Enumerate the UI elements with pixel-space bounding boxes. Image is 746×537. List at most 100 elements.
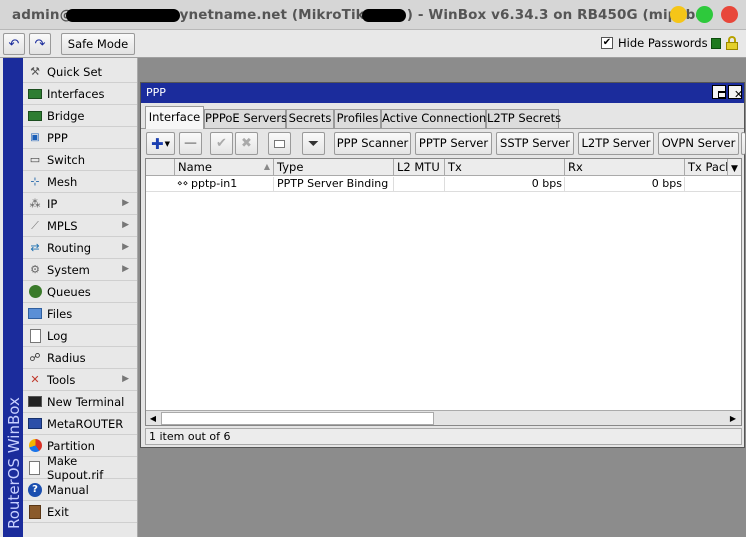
scroll-left-icon[interactable]: ◀ (146, 412, 160, 425)
hide-passwords-checkbox[interactable]: ✔ Hide Passwords (601, 36, 708, 50)
sidebar-item-label: Bridge (47, 108, 85, 123)
sidebar-item-radius[interactable]: ☍ Radius (23, 347, 137, 369)
checkbox-box[interactable]: ✔ (601, 37, 613, 49)
sidebar-item-routing[interactable]: ⇄ Routing ▶ (23, 237, 137, 259)
sidebar-item-label: Queues (47, 284, 91, 299)
maximize-window-button[interactable] (712, 85, 726, 99)
tab-interface[interactable]: Interface (145, 106, 204, 129)
sidebar-item-label: Partition (47, 438, 95, 453)
switch-icon: ▭ (29, 152, 41, 166)
tools-icon: ✕ (30, 372, 40, 386)
minimize-button[interactable] (670, 6, 687, 23)
sidebar-item-label: Tools (47, 372, 76, 387)
column-rx[interactable]: Rx (564, 159, 684, 176)
cross-icon: ✖ (241, 136, 252, 151)
tab-l2tp-secrets[interactable]: L2TP Secrets (486, 109, 561, 128)
sidebar-item-label: IP (47, 196, 58, 211)
column-tx-pack[interactable]: Tx Pack (684, 159, 727, 176)
sidebar-item-mesh[interactable]: ⊹ Mesh (23, 171, 137, 193)
quick-set-icon: ⚒ (30, 64, 40, 78)
metarouter-icon (27, 416, 43, 432)
column-flag[interactable] (146, 159, 174, 176)
comment-button[interactable] (268, 132, 291, 155)
sidebar-item-label: PPP (47, 130, 68, 145)
column-type[interactable]: Type (273, 159, 393, 176)
tab-active-connections[interactable]: Active Connections (381, 109, 492, 128)
sidebar-menu: ⚒ Quick Set Interfaces Bridge ▣ PPP ▭ Sw… (23, 58, 138, 537)
sidebar-item-new-terminal[interactable]: New Terminal (23, 391, 137, 413)
ppp-window-title: PPP (146, 86, 166, 99)
tab-secrets[interactable]: Secrets (286, 109, 334, 128)
mesh-icon: ⊹ (30, 174, 40, 188)
sidebar-item-bridge[interactable]: Bridge (23, 105, 137, 127)
sidebar-item-files[interactable]: Files (23, 303, 137, 325)
l2tp-server-button[interactable]: L2TP Server (578, 132, 654, 155)
window-titlebar[interactable]: admin@ .mynetname.net (MikroTik) - WinBox… (0, 0, 746, 30)
scroll-thumb[interactable] (161, 412, 434, 425)
sidebar-item-interfaces[interactable]: Interfaces (23, 83, 137, 105)
sidebar-item-mpls[interactable]: ⟋ MPLS ▶ (23, 215, 137, 237)
disable-button[interactable]: ✖ (235, 132, 258, 155)
undo-button[interactable]: ↶ (3, 33, 25, 55)
sstp-server-button[interactable]: SSTP Server (496, 132, 574, 155)
sidebar-item-label: System (47, 262, 90, 277)
sidebar-item-label: New Terminal (47, 394, 125, 409)
sidebar-item-tools[interactable]: ✕ Tools ▶ (23, 369, 137, 391)
comment-icon (274, 139, 285, 148)
sidebar-item-label: Exit (47, 504, 69, 519)
minus-icon: — (184, 136, 197, 151)
close-button[interactable] (721, 6, 738, 23)
maximize-button[interactable] (696, 6, 713, 23)
sidebar-item-label: MPLS (47, 218, 78, 233)
sidebar-item-ppp[interactable]: ▣ PPP (23, 127, 137, 149)
safe-mode-button[interactable]: Safe Mode (61, 33, 135, 55)
column-menu-button[interactable]: ▼ (727, 159, 741, 176)
filter-icon: ⏷ (307, 135, 320, 152)
sidebar-item-metarouter[interactable]: MetaROUTER (23, 413, 137, 435)
enable-button[interactable]: ✔ (210, 132, 233, 155)
remove-button[interactable]: — (179, 132, 202, 155)
status-indicator-icon (711, 38, 721, 49)
sidebar-item-quick-set[interactable]: ⚒ Quick Set (23, 61, 137, 83)
brand-text: RouterOS WinBox (5, 397, 23, 529)
sidebar-item-label: Log (47, 328, 68, 343)
filter-button[interactable]: ⏷ (302, 132, 325, 155)
manual-icon: ? (27, 482, 43, 498)
sort-icon: ▲ (263, 162, 270, 171)
column-name[interactable]: Name ▲ (174, 159, 273, 176)
undo-icon: ↶ (8, 36, 20, 52)
tab-pppoe-servers[interactable]: PPPoE Servers (204, 109, 287, 128)
redo-button[interactable]: ↷ (29, 33, 51, 55)
ovpn-server-button[interactable]: OVPN Server (658, 132, 739, 155)
column-tx[interactable]: Tx (444, 159, 564, 176)
submenu-arrow-icon: ▶ (122, 374, 129, 384)
sidebar-item-switch[interactable]: ▭ Switch (23, 149, 137, 171)
main-toolbar: ↶ ↷ Safe Mode ✔ Hide Passwords (0, 30, 746, 58)
sidebar-item-queues[interactable]: Queues (23, 281, 137, 303)
exit-icon (27, 504, 43, 520)
hide-passwords-label: Hide Passwords (618, 36, 708, 50)
cell-tx: 0 bps (444, 177, 564, 191)
cell-rx: 0 bps (564, 177, 684, 191)
ppp-window-titlebar[interactable]: PPP ✕ (141, 83, 744, 103)
ppp-scanner-button[interactable]: PPP Scanner (334, 132, 411, 155)
more-buttons[interactable] (741, 132, 745, 155)
tab-profiles[interactable]: Profiles (334, 109, 381, 128)
scroll-right-icon[interactable]: ▶ (726, 412, 740, 425)
cell-l2-mtu (393, 177, 444, 191)
column-l2-mtu[interactable]: L2 MTU (393, 159, 444, 176)
sidebar-item-label: Radius (47, 350, 86, 365)
sidebar-item-exit[interactable]: Exit (23, 501, 137, 523)
sidebar-item-manual[interactable]: ? Manual (23, 479, 137, 501)
sidebar-item-make-supout[interactable]: Make Supout.rif (23, 453, 137, 482)
sidebar-item-log[interactable]: Log (23, 325, 137, 347)
sidebar-item-ip[interactable]: ⁂ IP ▶ (23, 193, 137, 215)
table-header: Name▲ Type L2 MTU Tx Rx Tx Pack ▼ (146, 159, 741, 176)
horizontal-scrollbar[interactable]: ◀ ▶ (146, 410, 741, 425)
sidebar-item-label: Make Supout.rif (46, 453, 104, 482)
status-bar: 1 item out of 6 (145, 428, 742, 445)
close-window-button[interactable]: ✕ (728, 85, 743, 101)
pptp-server-button[interactable]: PPTP Server (415, 132, 492, 155)
sidebar-item-system[interactable]: ⚙ System ▶ (23, 259, 137, 281)
add-button[interactable]: ✚ ▼ (146, 132, 175, 155)
